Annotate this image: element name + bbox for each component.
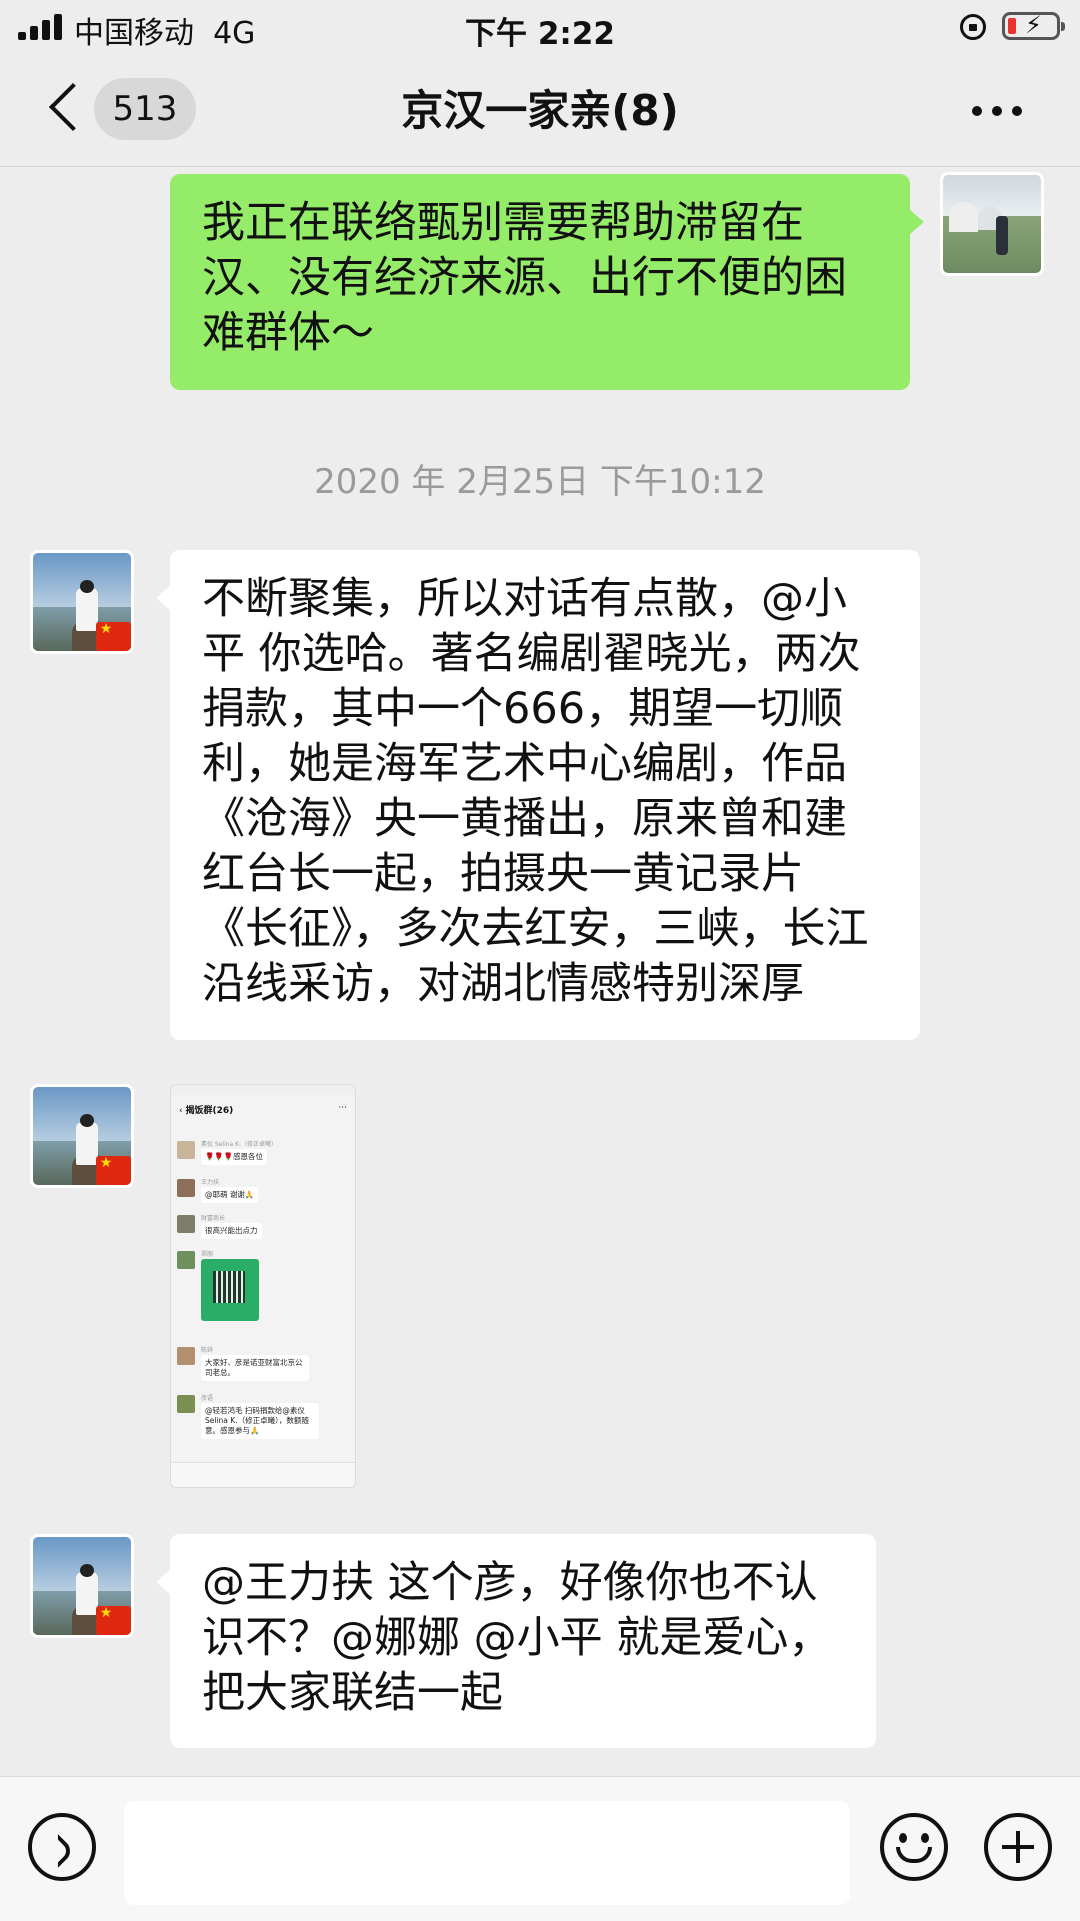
clock: 下午 2:22 bbox=[465, 16, 615, 52]
nav-bar: 京汉一家亲(8) 513 bbox=[0, 56, 1080, 167]
plus-icon[interactable] bbox=[984, 1813, 1052, 1881]
message-timestamp: 2020 年 2月25日 下午10:12 bbox=[314, 462, 766, 502]
more-dots-icon[interactable] bbox=[972, 106, 1022, 118]
message-bubble-incoming[interactable]: @王力扶 这个彦，好像你也不认识不？@娜娜 @小平 就是爱心，把大家联结一起 bbox=[156, 1534, 876, 1748]
thumb-chat-title: ‹ 揭饭群(26) bbox=[179, 1106, 234, 1116]
message-bubble-outgoing[interactable]: 我正在联络甄别需要帮助滞留在汉、没有经济来源、出行不便的困难群体～ bbox=[170, 174, 924, 390]
china-flag-icon bbox=[95, 621, 131, 651]
emoji-icon[interactable] bbox=[880, 1813, 948, 1881]
battery-level bbox=[1008, 18, 1016, 34]
orientation-lock-icon bbox=[960, 14, 986, 40]
status-bar: 中国移动 4G 下午 2:22 ⚡ bbox=[0, 0, 1080, 56]
sender-avatar[interactable] bbox=[30, 1534, 134, 1638]
message-input[interactable] bbox=[124, 1801, 850, 1905]
thumb-more-icon: ··· bbox=[338, 1103, 347, 1113]
input-bar bbox=[0, 1776, 1080, 1921]
voice-icon[interactable] bbox=[28, 1813, 96, 1881]
qr-code-image bbox=[201, 1259, 259, 1321]
battery-icon: ⚡ bbox=[1002, 11, 1065, 40]
china-flag-icon bbox=[95, 1155, 131, 1185]
self-avatar[interactable] bbox=[940, 172, 1044, 276]
sender-avatar[interactable] bbox=[30, 1084, 134, 1188]
sender-avatar[interactable] bbox=[30, 550, 134, 654]
image-message-screenshot[interactable]: ‹ 揭饭群(26) ··· 素仪 Selina K.（修正卓曦） 🌹🌹🌹感恩各位… bbox=[170, 1084, 356, 1488]
china-flag-icon bbox=[95, 1605, 131, 1635]
charging-icon: ⚡ bbox=[1025, 11, 1042, 39]
message-bubble-incoming[interactable]: 不断聚集，所以对话有点散，@小平 你选哈。著名编剧翟晓光，两次捐款，其中一个66… bbox=[156, 550, 920, 1040]
thumb-input-bar bbox=[171, 1462, 355, 1487]
unread-count-badge[interactable]: 513 bbox=[94, 78, 196, 140]
